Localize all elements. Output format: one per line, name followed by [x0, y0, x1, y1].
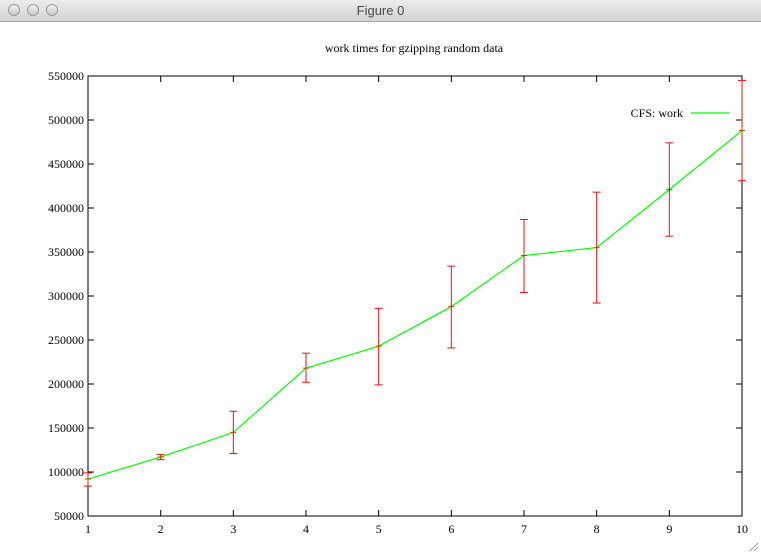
window-title: Figure 0 [356, 3, 405, 18]
data-point [157, 454, 164, 461]
data-point [375, 343, 382, 350]
y-tick-label: 250000 [48, 333, 84, 347]
y-tick-label: 150000 [48, 421, 84, 435]
legend: CFS: work [631, 106, 729, 120]
plot-axes: 5000010000015000020000025000030000035000… [48, 69, 748, 536]
chart-canvas: work times for gzipping random data 5000… [48, 41, 748, 536]
series-lines [85, 127, 745, 483]
x-tick-label: 5 [376, 522, 382, 536]
y-tick-label: 400000 [48, 201, 84, 215]
x-tick-label: 7 [521, 522, 527, 536]
plot-frame [87, 75, 743, 517]
x-tick-label: 6 [448, 522, 454, 536]
y-tick-label: 450000 [48, 157, 84, 171]
y-tick-label: 550000 [48, 69, 84, 83]
series-line [87, 130, 743, 480]
y-tick-label: 50000 [54, 509, 84, 523]
y-tick-label: 300000 [48, 289, 84, 303]
window-titlebar: Figure 0 [0, 0, 761, 22]
x-tick-label: 10 [736, 522, 748, 536]
error-bars [84, 79, 746, 487]
resize-grip-icon[interactable] [747, 540, 759, 552]
data-point [85, 476, 91, 483]
y-tick-label: 100000 [48, 465, 84, 479]
chart-title: work times for gzipping random data [325, 41, 504, 55]
x-tick-label: 4 [303, 522, 309, 536]
y-tick-label: 500000 [48, 113, 84, 127]
x-tick-label: 2 [158, 522, 164, 536]
x-tick-label: 9 [666, 522, 672, 536]
y-tick-label: 200000 [48, 377, 84, 391]
x-tick-label: 3 [230, 522, 236, 536]
x-tick-label: 8 [594, 522, 600, 536]
y-tick-label: 350000 [48, 245, 84, 259]
x-tick-label: 1 [85, 522, 91, 536]
legend-label: CFS: work [631, 106, 683, 120]
